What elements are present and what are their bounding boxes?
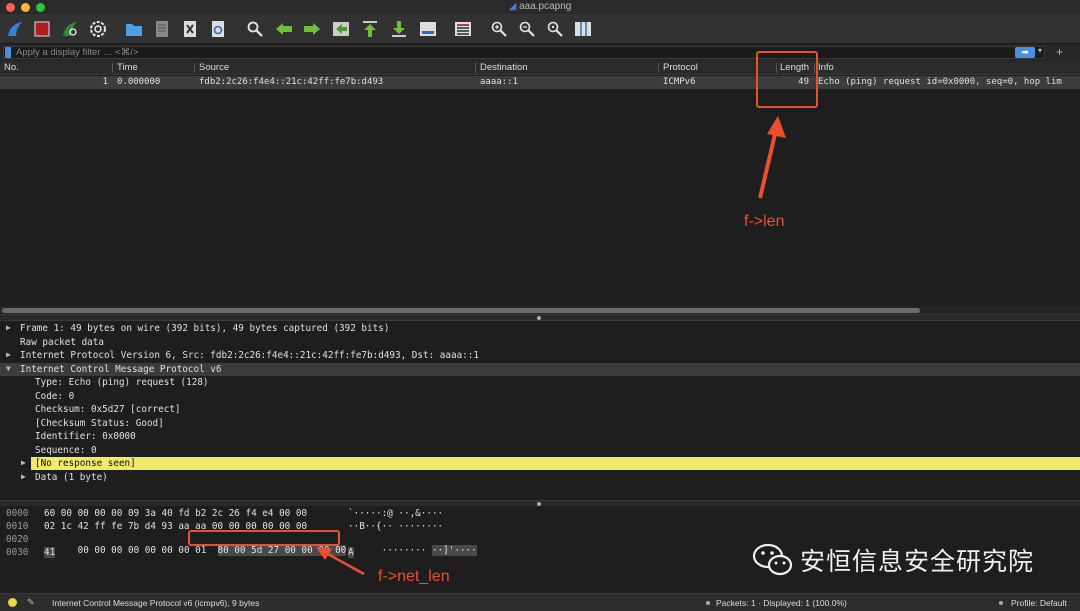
status-indicator-icon[interactable] xyxy=(8,598,17,607)
column-header-source[interactable]: Source xyxy=(199,62,229,75)
column-header-info[interactable]: Info xyxy=(818,62,834,75)
zoom-in-icon[interactable] xyxy=(489,19,509,39)
packets-dot-icon xyxy=(706,601,710,605)
tree-item-no-response[interactable]: ▶ [No response seen] xyxy=(0,457,1080,471)
folder-icon[interactable] xyxy=(124,19,144,39)
warning-highlight: [No response seen] xyxy=(31,457,1080,470)
apply-filter-button[interactable]: ➡ xyxy=(1015,47,1035,58)
tree-item-checksum-status[interactable]: [Checksum Status: Good] xyxy=(0,417,1080,431)
column-header-protocol[interactable]: Protocol xyxy=(663,62,698,75)
chevron-right-icon[interactable]: ▶ xyxy=(21,458,26,467)
file-icon[interactable] xyxy=(152,19,172,39)
last-packet-icon[interactable] xyxy=(389,19,409,39)
packet-info: Echo (ping) request id=0x0000, seq=0, ho… xyxy=(818,77,1062,87)
scrollbar-thumb[interactable] xyxy=(2,308,920,313)
annotation-net-len: f->net_len xyxy=(378,568,450,585)
search-icon[interactable] xyxy=(245,19,265,39)
wechat-logo-icon xyxy=(752,543,793,576)
packet-no: 1 xyxy=(102,77,108,87)
tree-item-checksum[interactable]: Checksum: 0x5d27 [correct] xyxy=(0,403,1080,417)
column-header-time[interactable]: Time xyxy=(117,62,138,75)
tree-item-code[interactable]: Code: 0 xyxy=(0,390,1080,404)
annotation-len: f->len xyxy=(744,213,785,230)
packet-list: No. Time Source Destination Protocol Len… xyxy=(0,61,1080,314)
packet-destination: aaaa::1 xyxy=(480,77,518,87)
edit-comment-icon[interactable]: ✎ xyxy=(27,597,35,608)
main-toolbar xyxy=(0,14,1080,44)
arrow-right-icon[interactable] xyxy=(302,19,322,39)
tree-item-type[interactable]: Type: Echo (ping) request (128) xyxy=(0,376,1080,390)
resize-columns-icon[interactable] xyxy=(573,19,593,39)
packet-row[interactable]: 1 0.000000 fdb2:2c26:f4e4::21c:42ff:fe7b… xyxy=(0,76,1080,89)
tree-item-ipv6[interactable]: ▶ Internet Protocol Version 6, Src: fdb2… xyxy=(0,349,1080,363)
display-filter-bar: ➡ ▾ + xyxy=(0,44,1080,61)
length-highlight-box xyxy=(756,51,818,108)
add-filter-button[interactable]: + xyxy=(1056,45,1063,59)
chevron-right-icon[interactable]: ▶ xyxy=(6,350,11,359)
shark-fin-icon[interactable] xyxy=(5,19,25,39)
packet-list-header: No. Time Source Destination Protocol Len… xyxy=(0,61,1080,75)
pane-splitter-top[interactable] xyxy=(0,314,1080,321)
selected-ascii: ··]'···· xyxy=(431,545,477,556)
reload-icon[interactable] xyxy=(208,19,228,39)
arrow-left-icon[interactable] xyxy=(274,19,294,39)
shark-fin-icon: ◢ xyxy=(508,1,517,12)
window-title: ◢ aaa.pcapng xyxy=(508,1,572,12)
display-filter-input[interactable] xyxy=(3,46,1045,59)
gear-icon[interactable] xyxy=(88,19,108,39)
watermark-text: 安恒信息安全研究院 xyxy=(800,547,1035,576)
chevron-right-icon[interactable]: ▶ xyxy=(6,323,11,332)
chevron-down-icon[interactable]: ▾ xyxy=(1038,46,1042,55)
colorize-icon[interactable] xyxy=(453,19,473,39)
tree-item-icmpv6[interactable]: ▼ Internet Control Message Protocol v6 xyxy=(0,362,1080,376)
status-packets: Packets: 1 · Displayed: 1 (100.0%) xyxy=(716,598,847,608)
tree-item-raw[interactable]: Raw packet data xyxy=(0,336,1080,350)
zoom-out-icon[interactable] xyxy=(517,19,537,39)
close-file-icon[interactable] xyxy=(180,19,200,39)
first-packet-icon[interactable] xyxy=(360,19,380,39)
arrow-left-annotation-icon xyxy=(316,547,365,576)
bookmark-icon[interactable] xyxy=(5,47,11,58)
status-profile[interactable]: Profile: Default xyxy=(1011,598,1067,608)
arrow-up-annotation-icon xyxy=(758,116,786,199)
status-field-info: Internet Control Message Protocol v6 (ic… xyxy=(52,598,260,608)
chevron-right-icon[interactable]: ▶ xyxy=(21,472,26,481)
tree-item-identifier[interactable]: Identifier: 0x0000 xyxy=(0,430,1080,444)
stop-icon[interactable] xyxy=(32,19,52,39)
packet-source: fdb2:2c26:f4e4::21c:42ff:fe7b:d493 xyxy=(199,77,384,87)
packet-list-scrollbar[interactable] xyxy=(0,306,1080,314)
status-bar: ✎ Internet Control Message Protocol v6 (… xyxy=(0,593,1080,611)
packet-details-tree: ▶ Frame 1: 49 bytes on wire (392 bits), … xyxy=(0,322,1080,502)
column-header-no[interactable]: No. xyxy=(4,62,19,75)
chevron-down-icon[interactable]: ▼ xyxy=(6,364,11,373)
restart-icon[interactable] xyxy=(60,19,80,39)
autoscroll-icon[interactable] xyxy=(418,19,438,39)
tree-item-sequence[interactable]: Sequence: 0 xyxy=(0,444,1080,458)
packet-protocol: ICMPv6 xyxy=(663,77,696,87)
profile-dot-icon xyxy=(999,601,1003,605)
column-header-destination[interactable]: Destination xyxy=(480,62,528,75)
packet-time: 0.000000 xyxy=(117,77,161,87)
go-to-packet-icon[interactable] xyxy=(331,19,351,39)
title-bar: ◢ aaa.pcapng xyxy=(0,0,1080,14)
tree-item-frame[interactable]: ▶ Frame 1: 49 bytes on wire (392 bits), … xyxy=(0,322,1080,336)
watermark: 安恒信息安全研究院 xyxy=(752,540,1034,580)
tree-item-data[interactable]: ▶ Data (1 byte) xyxy=(0,471,1080,485)
zoom-reset-icon[interactable] xyxy=(545,19,565,39)
